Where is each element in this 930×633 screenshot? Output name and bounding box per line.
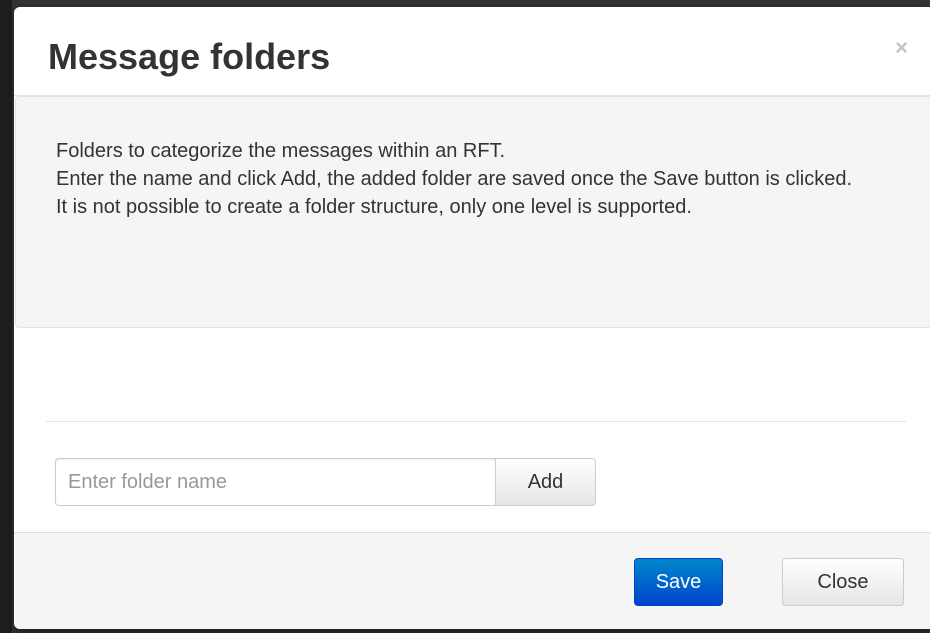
- dialog-header: Message folders ×: [14, 7, 930, 96]
- dialog-title: Message folders: [48, 36, 331, 77]
- info-panel: Folders to categorize the messages withi…: [15, 96, 930, 328]
- divider: [46, 421, 906, 422]
- info-line: Folders to categorize the messages withi…: [56, 140, 506, 162]
- folder-name-input[interactable]: [55, 458, 495, 506]
- close-button[interactable]: Close: [782, 558, 904, 606]
- dialog-footer: Save Close: [14, 532, 930, 629]
- info-line: Enter the name and click Add, the added …: [56, 168, 853, 190]
- save-button[interactable]: Save: [634, 558, 723, 606]
- add-folder-button[interactable]: Add: [495, 458, 596, 506]
- info-text: Folders to categorize the messages withi…: [56, 137, 886, 221]
- info-line: It is not possible to create a folder st…: [56, 196, 692, 218]
- background-page-edge: [0, 0, 12, 633]
- message-folders-dialog: Message folders × Folders to categorize …: [14, 7, 930, 629]
- add-folder-group: Add: [55, 458, 596, 506]
- close-icon[interactable]: ×: [895, 37, 908, 59]
